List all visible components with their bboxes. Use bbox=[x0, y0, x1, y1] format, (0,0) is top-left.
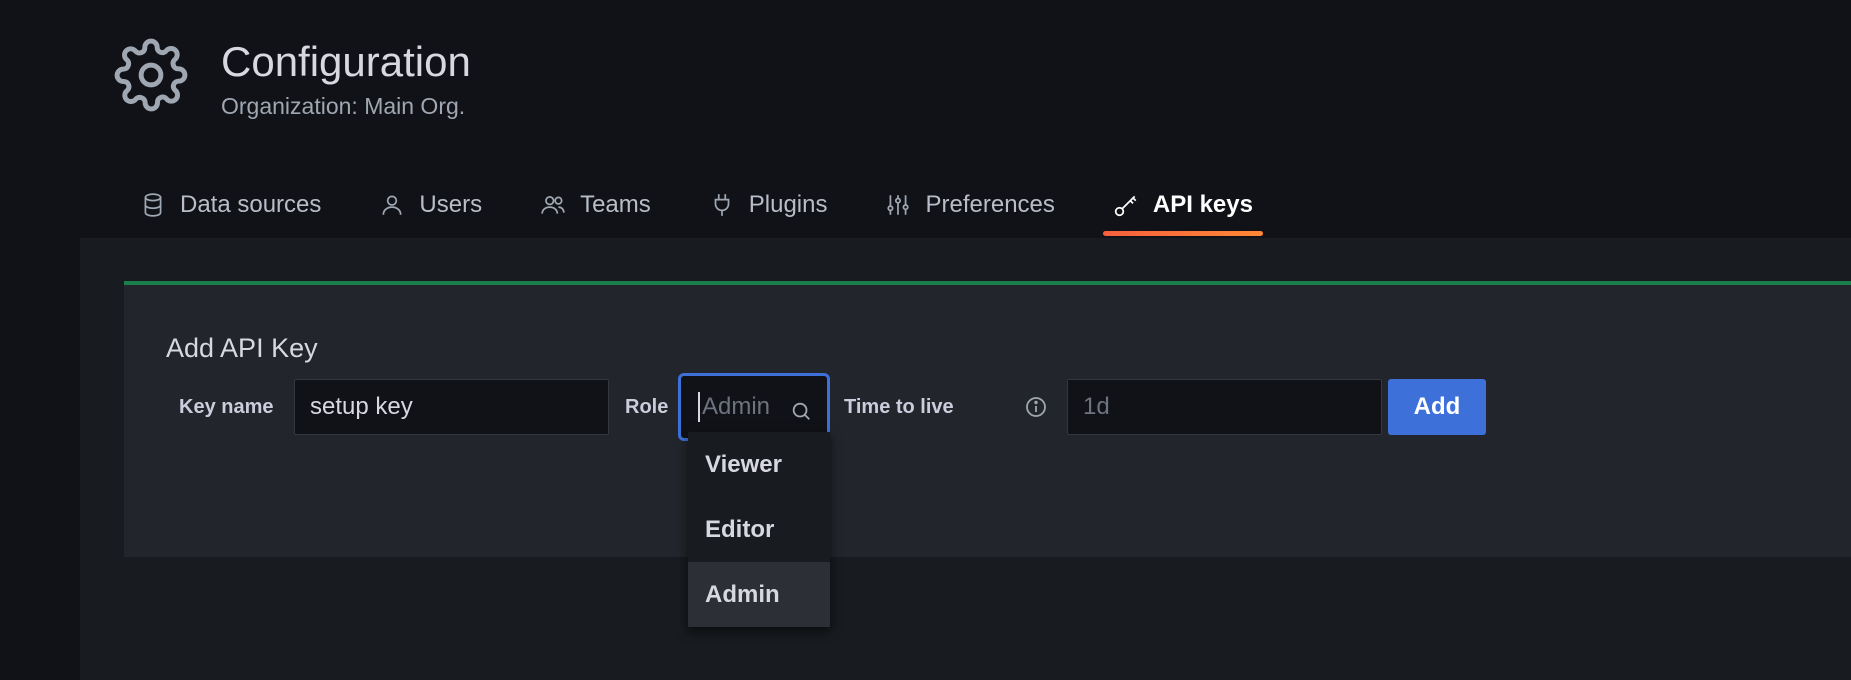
key-name-label: Key name bbox=[179, 395, 274, 418]
ttl-input[interactable] bbox=[1067, 379, 1382, 435]
tab-plugins[interactable]: Plugins bbox=[699, 180, 838, 230]
tab-teams[interactable]: Teams bbox=[530, 180, 661, 230]
tab-preferences[interactable]: Preferences bbox=[875, 180, 1064, 230]
role-label: Role bbox=[625, 395, 669, 418]
add-button[interactable]: Add bbox=[1388, 379, 1486, 435]
key-name-input[interactable] bbox=[294, 379, 609, 435]
add-api-key-panel: Add API Key Key name Role Admin Time to … bbox=[124, 281, 1851, 557]
page-title: Configuration bbox=[221, 38, 471, 85]
left-gutter bbox=[0, 238, 80, 680]
users-icon bbox=[540, 192, 566, 218]
key-icon bbox=[1113, 192, 1139, 218]
page: Configuration Organization: Main Org. Da… bbox=[0, 0, 1851, 680]
role-option-viewer[interactable]: Viewer bbox=[688, 432, 830, 497]
add-api-key-form: Key name Role Admin Time to live bbox=[166, 373, 1566, 441]
tab-label: Plugins bbox=[748, 191, 828, 218]
search-icon bbox=[790, 400, 812, 422]
page-header: Configuration Organization: Main Org. Da… bbox=[0, 0, 1851, 238]
user-icon bbox=[379, 192, 405, 218]
role-option-admin[interactable]: Admin bbox=[688, 562, 830, 627]
tab-label: Users bbox=[419, 191, 483, 218]
panel-title: Add API Key bbox=[166, 333, 318, 363]
role-placeholder: Admin bbox=[702, 393, 771, 420]
role-select-field[interactable]: Admin bbox=[684, 379, 824, 435]
tab-users[interactable]: Users bbox=[369, 180, 492, 230]
plug-icon bbox=[709, 192, 735, 218]
tab-label: Data sources bbox=[180, 191, 322, 218]
info-icon[interactable] bbox=[1024, 395, 1048, 419]
role-select[interactable]: Admin bbox=[678, 373, 830, 441]
page-subtitle: Organization: Main Org. bbox=[221, 93, 466, 119]
tab-label: Preferences bbox=[925, 191, 1055, 218]
tab-data-sources[interactable]: Data sources bbox=[130, 180, 331, 230]
tab-bar: Data sources Users Teams Plugins Prefere… bbox=[130, 180, 1301, 238]
gear-icon bbox=[114, 38, 188, 112]
database-icon bbox=[140, 192, 166, 218]
tab-api-keys[interactable]: API keys bbox=[1102, 180, 1264, 236]
tab-label: API keys bbox=[1152, 191, 1253, 218]
role-dropdown-menu: Viewer Editor Admin bbox=[688, 432, 830, 627]
sliders-icon bbox=[885, 192, 911, 218]
role-option-editor[interactable]: Editor bbox=[688, 497, 830, 562]
tab-label: Teams bbox=[580, 191, 651, 218]
ttl-label: Time to live bbox=[844, 395, 954, 418]
text-caret bbox=[698, 392, 700, 422]
main-content: Add API Key Key name Role Admin Time to … bbox=[80, 238, 1851, 680]
